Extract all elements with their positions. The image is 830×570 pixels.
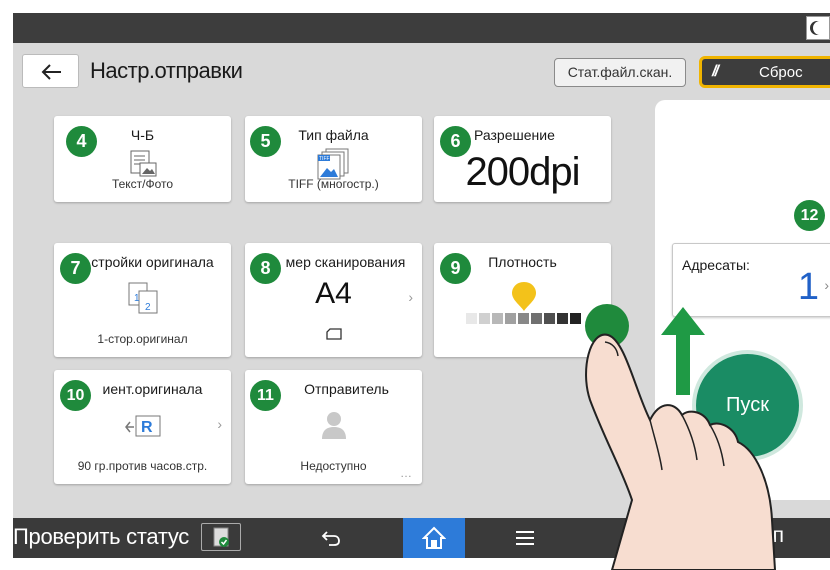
callout-badge: 8: [250, 253, 281, 284]
tile-subtitle: Недоступно: [300, 459, 367, 473]
text-photo-icon: [130, 150, 157, 177]
density-scale-icon: [466, 282, 581, 324]
callout-badge: 5: [250, 126, 281, 157]
page-title: Настр.отправки: [90, 58, 243, 83]
resolution-value: 200dpi: [465, 150, 580, 194]
header: Настр.отправки Стат.файл.скан. // Сброс: [13, 43, 830, 97]
chevron-right-icon: ›: [408, 289, 413, 305]
tile-title: иент.оригинала: [102, 381, 203, 397]
tile-subtitle: TIFF (многостр.): [288, 177, 379, 191]
one-sided-original-icon: 1 2: [128, 282, 158, 314]
start-button[interactable]: Пуск: [696, 354, 799, 457]
stat-file-scan-button[interactable]: Стат.файл.скан.: [554, 58, 686, 87]
screen: Настр.отправки Стат.файл.скан. // Сброс …: [13, 13, 830, 558]
moon-icon: [813, 21, 827, 35]
check-status-button[interactable]: Проверить статус: [13, 524, 189, 550]
chevron-right-icon: ›: [217, 416, 222, 432]
tile-subtitle: 90 гр.против часов.стр.: [77, 459, 208, 473]
status-bar: [13, 13, 830, 43]
energy-saver-button[interactable]: [806, 16, 830, 40]
status-icon[interactable]: [201, 523, 241, 551]
arrow-left-icon: [41, 64, 61, 80]
stop-button[interactable]: оп: [761, 524, 784, 548]
menu-icon[interactable]: [515, 530, 535, 546]
destinations-button[interactable]: Адресаты: 1 ›: [672, 243, 830, 317]
back-button[interactable]: [22, 54, 79, 88]
tile-title: мер сканирования: [285, 254, 406, 270]
svg-text:2: 2: [145, 302, 151, 313]
tiff-multipage-icon: TIFF: [317, 148, 349, 180]
callout-badge: 11: [250, 380, 281, 411]
callout-badge: 9: [440, 253, 471, 284]
tile-title: стройки оригинала: [91, 254, 214, 270]
reset-label: Сброс: [759, 64, 803, 81]
tile-subtitle: 1-стор.оригинал: [97, 332, 188, 346]
person-icon: [322, 412, 346, 439]
svg-text:1: 1: [134, 293, 140, 304]
callout-badge: 7: [60, 253, 91, 284]
svg-text:R: R: [141, 419, 153, 436]
return-icon[interactable]: [321, 529, 341, 547]
callout-badge: 4: [66, 126, 97, 157]
reset-button[interactable]: // Сброс: [699, 56, 830, 88]
home-icon: [422, 526, 446, 549]
rotate-original-icon: R: [125, 415, 161, 437]
paper-orientation-icon: [326, 328, 342, 340]
navigation-bar: Проверить статус оп: [13, 518, 830, 558]
callout-badge: 6: [440, 126, 471, 157]
tile-title: Разрешение: [474, 127, 555, 143]
callout-badge: 12: [794, 200, 825, 231]
reset-icon: //: [712, 63, 719, 80]
destinations-count: 1: [797, 266, 819, 308]
home-button[interactable]: [403, 518, 465, 558]
svg-text:TIFF: TIFF: [319, 156, 330, 162]
tile-title: Отправитель: [304, 381, 389, 397]
chevron-right-icon: ›: [824, 277, 829, 293]
more-icon: …: [400, 466, 412, 480]
destinations-label: Адресаты:: [682, 257, 750, 273]
tile-subtitle: Текст/Фото: [111, 177, 174, 191]
callout-badge: 10: [60, 380, 91, 411]
